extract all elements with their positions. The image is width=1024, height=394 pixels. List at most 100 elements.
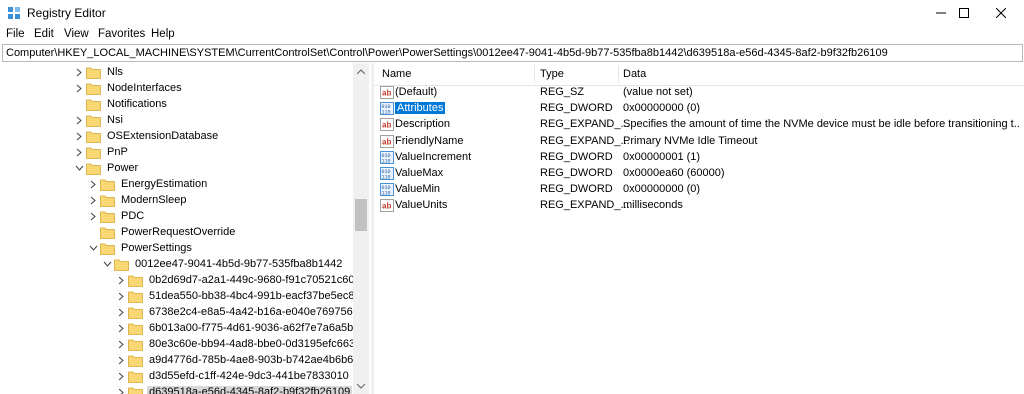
column-header-data[interactable]: Data <box>623 68 646 80</box>
chevron-right-icon[interactable] <box>116 385 126 394</box>
binary-value-icon: 010 110 <box>380 150 394 164</box>
binary-value-icon: 010 110 <box>380 183 394 197</box>
tree-item[interactable]: d639518a-e56d-4345-8af2-b9f32fb26109 <box>116 384 353 394</box>
column-header-name[interactable]: Name <box>382 68 411 80</box>
value-name: Attributes <box>395 102 446 115</box>
close-icon <box>996 8 1006 18</box>
menu-view[interactable]: View <box>64 28 89 40</box>
tree-item[interactable]: 6b013a00-f775-4d61-9036-a62f7e7a6a5b <box>116 320 355 336</box>
column-divider[interactable] <box>534 65 535 83</box>
value-type: REG_SZ <box>540 86 585 98</box>
chevron-right-icon[interactable] <box>116 273 126 287</box>
folder-icon <box>114 258 129 271</box>
scroll-down-arrow-icon[interactable] <box>353 378 369 394</box>
chevron-right-icon[interactable] <box>116 305 126 319</box>
scrollbar-thumb[interactable] <box>355 199 367 231</box>
menu-favorites[interactable]: Favorites <box>98 28 145 40</box>
tree-item[interactable]: d3d55efd-c1ff-424e-9dc3-441be7833010 <box>116 368 351 384</box>
tree-item[interactable]: PnP <box>74 144 130 160</box>
binary-value-icon: 010 110 <box>380 102 394 116</box>
chevron-down-icon[interactable] <box>102 257 112 271</box>
scroll-up-arrow-icon[interactable] <box>353 63 369 79</box>
value-row[interactable]: ab (Default) REG_SZ (value not set) <box>374 85 1024 101</box>
folder-icon <box>100 226 115 239</box>
column-header-type[interactable]: Type <box>540 68 564 80</box>
value-data: Primary NVMe Idle Timeout <box>623 134 758 147</box>
chevron-right-icon[interactable] <box>74 65 84 79</box>
svg-text:ab: ab <box>382 202 391 211</box>
folder-icon <box>128 354 143 367</box>
tree-item[interactable]: 6738e2c4-e8a5-4a42-b16a-e040e769756e <box>116 304 361 320</box>
menu-edit[interactable]: Edit <box>34 28 54 40</box>
tree-item[interactable]: Power <box>74 160 140 176</box>
value-type: REG_EXPAND_... <box>540 134 630 147</box>
tree-item[interactable]: 0b2d69d7-a2a1-449c-9680-f91c70521c60 <box>116 272 357 288</box>
tree-item[interactable]: PowerRequestOverride <box>88 224 237 240</box>
close-button[interactable] <box>978 0 1024 26</box>
value-data: milliseconds <box>623 199 683 212</box>
folder-icon <box>128 290 143 303</box>
chevron-down-icon[interactable] <box>74 161 84 175</box>
value-name: ValueUnits <box>395 199 448 212</box>
chevron-right-icon[interactable] <box>116 321 126 335</box>
chevron-right-icon[interactable] <box>74 113 84 127</box>
value-type: REG_DWORD <box>540 150 613 163</box>
svg-text:ab: ab <box>382 121 391 130</box>
value-row[interactable]: 010 110 Attributes REG_DWORD 0x00000000 (0) <box>374 101 1024 117</box>
chevron-right-icon[interactable] <box>88 177 98 191</box>
folder-icon <box>100 242 115 255</box>
value-row[interactable]: ab Description REG_EXPAND_... Specifies the… <box>374 117 1024 133</box>
tree-item[interactable]: EnergyEstimation <box>88 176 209 192</box>
chevron-right-icon[interactable] <box>88 209 98 223</box>
folder-icon <box>86 98 101 111</box>
tree-item[interactable]: a9d4776d-785b-4ae8-903b-b742ae4b6b62 <box>116 352 361 368</box>
chevron-right-icon[interactable] <box>116 289 126 303</box>
chevron-right-icon[interactable] <box>116 369 126 383</box>
value-name: Description <box>395 118 451 131</box>
chevron-right-icon[interactable] <box>74 145 84 159</box>
chevron-right-icon[interactable] <box>74 81 84 95</box>
value-row[interactable]: 010 110 ValueMax REG_DWORD 0x0000ea60 (60000… <box>374 166 1024 182</box>
binary-value-icon: 010 110 <box>380 167 394 181</box>
tree-item[interactable]: PowerSettings <box>88 240 194 256</box>
tree-item-label: 6b013a00-f775-4d61-9036-a62f7e7a6a5b <box>149 322 354 334</box>
value-data: 0x0000ea60 (60000) <box>623 167 725 179</box>
chevron-right-icon[interactable] <box>116 353 126 367</box>
value-row[interactable]: ab ValueUnits REG_EXPAND_... milliseconds <box>374 198 1024 214</box>
value-row[interactable]: 010 110 ValueIncrement REG_DWORD 0x00000001 … <box>374 150 1024 166</box>
folder-icon <box>128 338 143 351</box>
tree-item[interactable]: ModernSleep <box>88 192 188 208</box>
column-divider[interactable] <box>618 65 619 83</box>
tree-item-label: 51dea550-bb38-4bc4-991b-eacf37be5ec8 <box>149 290 355 302</box>
tree-item[interactable]: 51dea550-bb38-4bc4-991b-eacf37be5ec8 <box>116 288 357 304</box>
tree-item[interactable]: PDC <box>88 208 146 224</box>
tree-item[interactable]: 0012ee47-9041-4b5d-9b77-535fba8b1442 <box>102 256 344 272</box>
tree-item-label: 0b2d69d7-a2a1-449c-9680-f91c70521c60 <box>149 274 355 286</box>
tree-item[interactable]: Notifications <box>74 96 169 112</box>
tree-scrollbar[interactable] <box>353 63 369 394</box>
address-bar[interactable]: Computer\HKEY_LOCAL_MACHINE\SYSTEM\Curre… <box>2 44 1023 62</box>
tree-item[interactable]: Nls <box>74 64 125 80</box>
chevron-right-icon[interactable] <box>116 337 126 351</box>
menu-file[interactable]: File <box>6 28 25 40</box>
folder-icon <box>128 370 143 383</box>
tree-item[interactable]: NodeInterfaces <box>74 80 184 96</box>
chevron-right-icon[interactable] <box>74 129 84 143</box>
menu-help[interactable]: Help <box>151 28 175 40</box>
chevron-right-icon[interactable] <box>88 193 98 207</box>
key-tree[interactable]: Nls NodeInterfaces Notifications Nsi OSExten… <box>0 63 369 394</box>
tree-item-label: NodeInterfaces <box>107 82 182 94</box>
tree-item[interactable]: 80e3c60e-bb94-4ad8-bbe0-0d3195efc663 <box>116 336 357 352</box>
folder-icon <box>86 82 101 95</box>
value-data: (value not set) <box>623 86 693 98</box>
folder-icon <box>128 306 143 319</box>
tree-item[interactable]: Nsi <box>74 112 125 128</box>
svg-text:110: 110 <box>382 175 391 181</box>
chevron-down-icon[interactable] <box>88 241 98 255</box>
values-list[interactable]: Name Type Data ab (Default) REG_SZ (value n… <box>374 63 1024 394</box>
value-name: FriendlyName <box>395 134 464 147</box>
tree-item[interactable]: OSExtensionDatabase <box>74 128 220 144</box>
value-row[interactable]: ab FriendlyName REG_EXPAND_... Primary NVMe… <box>374 134 1024 150</box>
value-row[interactable]: 010 110 ValueMin REG_DWORD 0x00000000 (0) <box>374 182 1024 198</box>
value-name: ValueIncrement <box>395 150 472 163</box>
